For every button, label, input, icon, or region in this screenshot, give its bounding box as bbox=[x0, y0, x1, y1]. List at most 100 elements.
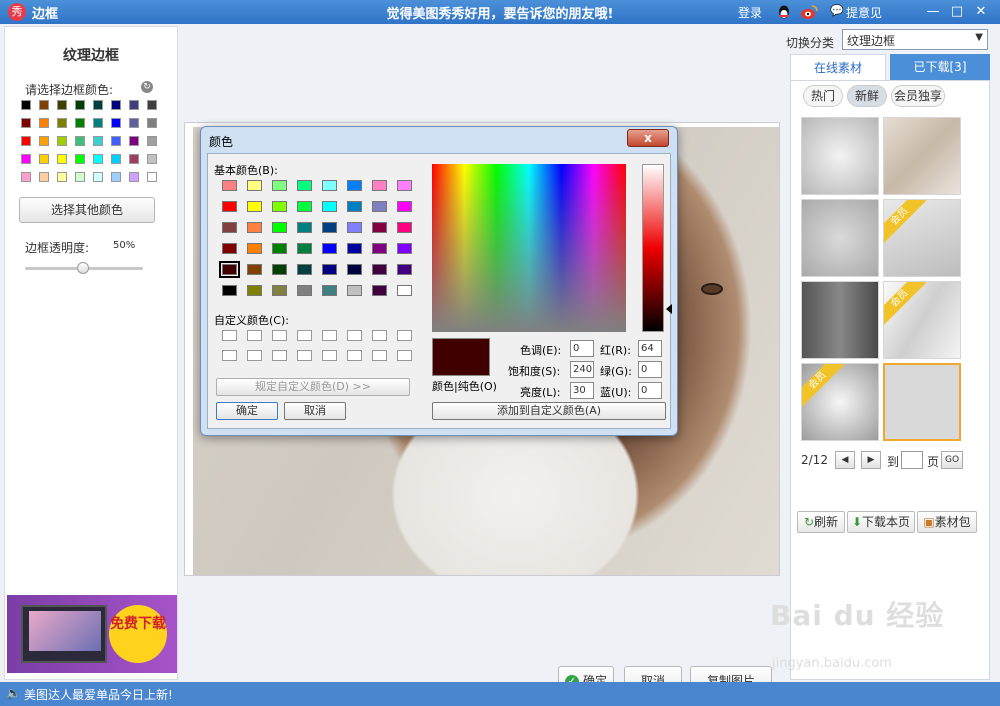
sat-input[interactable]: 240 bbox=[570, 361, 594, 378]
basic-color-swatch[interactable] bbox=[219, 261, 240, 278]
add-custom-color-button[interactable]: 添加到自定义颜色(A) bbox=[432, 402, 666, 420]
hue-input[interactable]: 0 bbox=[570, 340, 594, 357]
basic-color-swatch[interactable] bbox=[397, 243, 412, 254]
basic-color-swatch[interactable] bbox=[372, 264, 387, 275]
border-color-swatch[interactable] bbox=[39, 172, 49, 182]
basic-color-swatch[interactable] bbox=[397, 201, 412, 212]
basic-color-swatch[interactable] bbox=[322, 222, 337, 233]
reset-color-icon[interactable]: ↻ bbox=[141, 81, 153, 93]
border-color-swatch[interactable] bbox=[129, 172, 139, 182]
tab-online[interactable]: 在线素材 bbox=[790, 54, 886, 80]
define-custom-button[interactable]: 规定自定义颜色(D) >> bbox=[216, 378, 410, 396]
basic-color-swatch[interactable] bbox=[272, 243, 287, 254]
category-select[interactable]: 纹理边框 ▼ bbox=[842, 29, 988, 50]
tab-downloaded[interactable]: 已下载[3] bbox=[890, 54, 990, 80]
basic-color-swatch[interactable] bbox=[347, 222, 362, 233]
login-link[interactable]: 登录 bbox=[738, 4, 762, 21]
luminance-arrow-icon[interactable] bbox=[666, 304, 672, 314]
opacity-slider-thumb[interactable] bbox=[77, 262, 89, 274]
border-color-swatch[interactable] bbox=[57, 172, 67, 182]
basic-color-swatch[interactable] bbox=[322, 243, 337, 254]
basic-color-swatch[interactable] bbox=[372, 243, 387, 254]
custom-color-swatch[interactable] bbox=[372, 330, 387, 341]
custom-color-swatch[interactable] bbox=[347, 330, 362, 341]
basic-color-swatch[interactable] bbox=[397, 222, 412, 233]
basic-color-swatch[interactable] bbox=[322, 180, 337, 191]
basic-color-swatch[interactable] bbox=[247, 222, 262, 233]
border-color-swatch[interactable] bbox=[75, 118, 85, 128]
custom-color-swatch[interactable] bbox=[247, 350, 262, 361]
custom-color-swatch[interactable] bbox=[397, 330, 412, 341]
basic-color-swatch[interactable] bbox=[322, 201, 337, 212]
border-color-swatch[interactable] bbox=[93, 118, 103, 128]
texture-thumb[interactable] bbox=[801, 199, 879, 277]
texture-thumb[interactable] bbox=[801, 281, 879, 359]
border-color-swatch[interactable] bbox=[39, 118, 49, 128]
custom-color-swatch[interactable] bbox=[397, 350, 412, 361]
next-page-icon[interactable]: ▶ bbox=[861, 451, 881, 469]
chip-new[interactable]: 新鲜 bbox=[847, 85, 887, 107]
border-color-swatch[interactable] bbox=[75, 172, 85, 182]
basic-color-swatch[interactable] bbox=[222, 285, 237, 296]
custom-color-swatch[interactable] bbox=[322, 350, 337, 361]
page-input[interactable] bbox=[901, 451, 923, 469]
border-color-swatch[interactable] bbox=[57, 100, 67, 110]
border-color-swatch[interactable] bbox=[129, 154, 139, 164]
weibo-icon[interactable] bbox=[800, 4, 818, 20]
custom-color-swatch[interactable] bbox=[222, 330, 237, 341]
border-color-swatch[interactable] bbox=[57, 118, 67, 128]
border-color-swatch[interactable] bbox=[93, 100, 103, 110]
basic-color-swatch[interactable] bbox=[297, 285, 312, 296]
basic-color-swatch[interactable] bbox=[272, 264, 287, 275]
basic-color-swatch[interactable] bbox=[347, 264, 362, 275]
border-color-swatch[interactable] bbox=[111, 100, 121, 110]
texture-thumb[interactable] bbox=[801, 117, 879, 195]
basic-color-swatch[interactable] bbox=[247, 285, 262, 296]
texture-thumb[interactable] bbox=[883, 117, 961, 195]
chip-hot[interactable]: 热门 bbox=[803, 85, 843, 107]
border-color-swatch[interactable] bbox=[129, 136, 139, 146]
border-color-swatch[interactable] bbox=[93, 136, 103, 146]
custom-color-swatch[interactable] bbox=[247, 330, 262, 341]
custom-color-swatch[interactable] bbox=[347, 350, 362, 361]
basic-color-swatch[interactable] bbox=[322, 285, 337, 296]
basic-color-swatch[interactable] bbox=[397, 180, 412, 191]
border-color-swatch[interactable] bbox=[111, 118, 121, 128]
basic-color-swatch[interactable] bbox=[272, 180, 287, 191]
blue-input[interactable]: 0 bbox=[638, 382, 662, 399]
close-button[interactable]: ✕ bbox=[972, 3, 990, 21]
basic-color-swatch[interactable] bbox=[297, 243, 312, 254]
basic-color-swatch[interactable] bbox=[247, 264, 262, 275]
border-color-swatch[interactable] bbox=[129, 118, 139, 128]
border-color-swatch[interactable] bbox=[111, 136, 121, 146]
border-color-swatch[interactable] bbox=[39, 154, 49, 164]
basic-color-swatch[interactable] bbox=[397, 285, 412, 296]
refresh-button[interactable]: ↻刷新 bbox=[797, 511, 845, 533]
border-color-swatch[interactable] bbox=[21, 172, 31, 182]
border-color-swatch[interactable] bbox=[39, 136, 49, 146]
basic-color-swatch[interactable] bbox=[247, 243, 262, 254]
basic-color-swatch[interactable] bbox=[347, 243, 362, 254]
basic-color-swatch[interactable] bbox=[297, 222, 312, 233]
basic-color-swatch[interactable] bbox=[372, 222, 387, 233]
custom-color-swatch[interactable] bbox=[272, 350, 287, 361]
basic-color-swatch[interactable] bbox=[222, 180, 237, 191]
texture-thumb-selected[interactable] bbox=[883, 363, 961, 441]
border-color-swatch[interactable] bbox=[57, 154, 67, 164]
dialog-close-button[interactable]: x bbox=[627, 129, 669, 147]
color-spectrum[interactable] bbox=[432, 164, 626, 332]
basic-color-swatch[interactable] bbox=[247, 180, 262, 191]
custom-color-swatch[interactable] bbox=[297, 350, 312, 361]
border-color-swatch[interactable] bbox=[21, 118, 31, 128]
green-input[interactable]: 0 bbox=[638, 361, 662, 378]
border-color-swatch[interactable] bbox=[147, 118, 157, 128]
border-color-swatch[interactable] bbox=[129, 100, 139, 110]
border-color-swatch[interactable] bbox=[75, 154, 85, 164]
ad-banner[interactable]: 免费下载 bbox=[7, 595, 177, 673]
dialog-cancel-button[interactable]: 取消 bbox=[284, 402, 346, 420]
border-color-swatch[interactable] bbox=[147, 154, 157, 164]
custom-color-swatch[interactable] bbox=[322, 330, 337, 341]
texture-thumb-vip[interactable]: 会员 bbox=[801, 363, 879, 441]
texture-thumb-vip[interactable]: 会员 bbox=[883, 199, 961, 277]
basic-color-swatch[interactable] bbox=[372, 180, 387, 191]
